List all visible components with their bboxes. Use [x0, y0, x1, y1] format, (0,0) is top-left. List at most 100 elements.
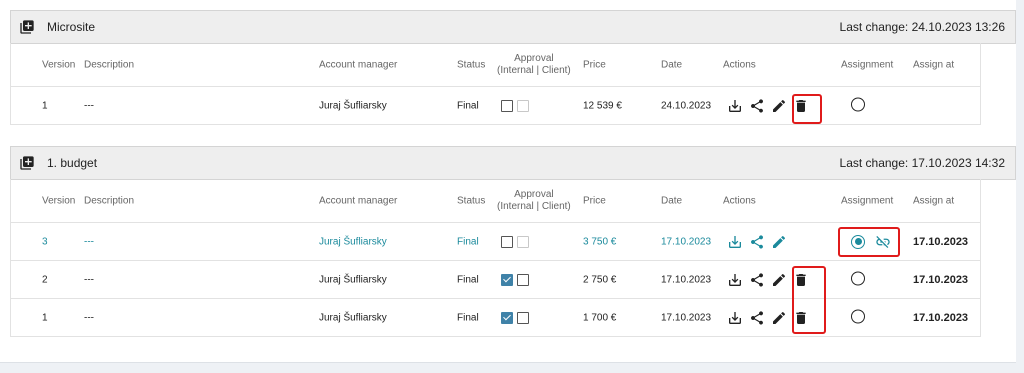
- versions-table: Version Description Account manager Stat…: [10, 179, 981, 337]
- table-row[interactable]: 1 --- Juraj Šufliarsky Final 12 539 € 24…: [11, 87, 980, 125]
- description-cell: ---: [84, 312, 94, 323]
- section-microsite: Microsite Last change: 24.10.2023 13:26 …: [10, 10, 1016, 125]
- price-cell: 2 750 €: [583, 274, 617, 285]
- status-cell: Final: [457, 100, 479, 111]
- internal-approval-checkbox[interactable]: [501, 311, 513, 324]
- share-icon[interactable]: [749, 310, 765, 326]
- assignment-radio[interactable]: [851, 309, 865, 323]
- share-icon[interactable]: [749, 98, 765, 114]
- col-approval-line2: (Internal | Client): [497, 64, 571, 76]
- col-manager: Account manager: [319, 59, 398, 70]
- col-approval-line2: (Internal | Client): [497, 200, 571, 212]
- description-cell: ---: [84, 100, 94, 111]
- add-box-icon[interactable]: [19, 155, 35, 171]
- edit-icon[interactable]: [771, 234, 787, 250]
- table-header-row: Version Description Account manager Stat…: [11, 43, 980, 87]
- assign-at-cell: 17.10.2023: [913, 235, 969, 248]
- assign-at-cell: 17.10.2023: [913, 273, 969, 286]
- approval-cell: [501, 99, 529, 112]
- manager-cell: Juraj Šufliarsky: [319, 236, 387, 247]
- table-row[interactable]: 1 --- Juraj Šufliarsky Final 1 700 € 17.…: [11, 299, 980, 337]
- download-icon[interactable]: [727, 98, 743, 114]
- date-cell: 17.10.2023: [661, 312, 712, 323]
- col-assign-at: Assign at: [913, 59, 955, 70]
- description-cell: ---: [84, 236, 94, 247]
- version-cell: 1: [42, 312, 48, 323]
- download-icon[interactable]: [727, 310, 743, 326]
- edit-icon[interactable]: [771, 272, 787, 288]
- edit-icon[interactable]: [771, 98, 787, 114]
- approval-cell: [501, 235, 529, 248]
- col-actions: Actions: [723, 59, 756, 70]
- col-status: Status: [457, 195, 486, 206]
- version-cell: 1: [42, 100, 48, 111]
- internal-approval-checkbox[interactable]: [501, 273, 513, 286]
- section-header: 1. budget Last change: 17.10.2023 14:32: [10, 146, 1016, 180]
- status-cell: Final: [457, 274, 479, 285]
- col-approval-line1: Approval: [514, 188, 554, 200]
- assign-at-cell: 17.10.2023: [913, 311, 969, 324]
- price-cell: 3 750 €: [583, 236, 617, 247]
- col-price: Price: [583, 195, 606, 206]
- section-title: 1. budget: [47, 156, 98, 170]
- assignment-cell: [851, 97, 865, 114]
- assignment-radio[interactable]: [851, 271, 865, 285]
- add-box-icon[interactable]: [19, 19, 35, 35]
- description-cell: ---: [84, 274, 94, 285]
- version-cell: 2: [42, 274, 48, 285]
- date-cell: 17.10.2023: [661, 236, 712, 247]
- col-assignment: Assignment: [841, 59, 894, 70]
- versions-page: Microsite Last change: 24.10.2023 13:26 …: [0, 0, 1016, 363]
- status-cell: Final: [457, 312, 479, 323]
- highlight-box: [792, 266, 826, 334]
- share-icon[interactable]: [749, 272, 765, 288]
- actions-cell: [727, 234, 787, 250]
- price-cell: 12 539 €: [583, 100, 622, 111]
- assignment-cell: [851, 271, 865, 288]
- table-row[interactable]: 3 --- Juraj Šufliarsky Final 3 750 € 17.…: [11, 223, 980, 261]
- col-version: Version: [42, 59, 76, 70]
- manager-cell: Juraj Šufliarsky: [319, 312, 387, 323]
- section-budget: 1. budget Last change: 17.10.2023 14:32 …: [10, 146, 1016, 337]
- status-cell: Final: [457, 236, 479, 247]
- last-change: Last change: 17.10.2023 14:32: [839, 156, 1005, 170]
- highlight-box: [792, 94, 822, 124]
- col-description: Description: [84, 59, 135, 70]
- version-cell: 3: [42, 236, 48, 247]
- client-approval-checkbox[interactable]: [517, 235, 529, 248]
- versions-table: Version Description Account manager Stat…: [10, 43, 981, 125]
- col-price: Price: [583, 59, 606, 70]
- section-title: Microsite: [47, 20, 96, 34]
- col-manager: Account manager: [319, 195, 398, 206]
- assignment-cell: [851, 309, 865, 326]
- date-cell: 17.10.2023: [661, 274, 712, 285]
- client-approval-checkbox[interactable]: [517, 273, 529, 286]
- col-assign-at: Assign at: [913, 195, 955, 206]
- col-approval-line1: Approval: [514, 52, 554, 64]
- manager-cell: Juraj Šufliarsky: [319, 274, 387, 285]
- date-cell: 24.10.2023: [661, 100, 712, 111]
- share-icon[interactable]: [749, 234, 765, 250]
- last-change: Last change: 24.10.2023 13:26: [839, 20, 1005, 34]
- table-row[interactable]: 2 --- Juraj Šufliarsky Final 2 750 € 17.…: [11, 261, 980, 299]
- col-assignment: Assignment: [841, 195, 894, 206]
- section-header: Microsite Last change: 24.10.2023 13:26: [10, 10, 1016, 44]
- internal-approval-checkbox[interactable]: [501, 99, 513, 112]
- download-icon[interactable]: [727, 234, 743, 250]
- col-actions: Actions: [723, 195, 756, 206]
- col-version: Version: [42, 195, 76, 206]
- col-description: Description: [84, 195, 135, 206]
- assignment-radio[interactable]: [851, 97, 865, 111]
- col-date: Date: [661, 59, 683, 70]
- approval-cell: [501, 311, 529, 324]
- table-header-row: Version Description Account manager Stat…: [11, 179, 980, 223]
- col-approval: Approval (Internal | Client): [497, 189, 571, 213]
- highlight-box: [838, 227, 900, 257]
- client-approval-checkbox[interactable]: [517, 99, 529, 112]
- approval-cell: [501, 273, 529, 286]
- edit-icon[interactable]: [771, 310, 787, 326]
- internal-approval-checkbox[interactable]: [501, 235, 513, 248]
- download-icon[interactable]: [727, 272, 743, 288]
- client-approval-checkbox[interactable]: [517, 311, 529, 324]
- col-approval: Approval (Internal | Client): [497, 53, 571, 77]
